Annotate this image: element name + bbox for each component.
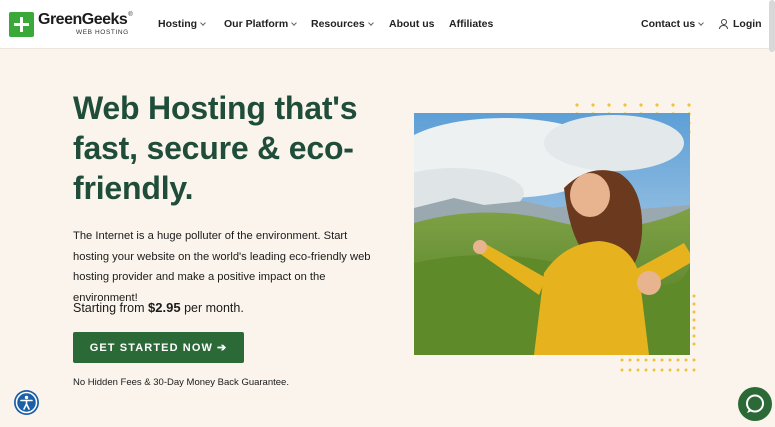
logo-name: GreenGeeks	[38, 11, 128, 28]
nav-contact-us[interactable]: Contact us	[641, 18, 705, 30]
accessibility-button[interactable]	[14, 390, 39, 415]
greengeeks-logo[interactable]: GreenGeeks ® WEB HOSTING	[9, 12, 133, 37]
price-suffix: per month.	[184, 301, 244, 315]
nav-about-us-label: About us	[389, 18, 435, 30]
chevron-down-icon	[367, 19, 374, 26]
get-started-label: GET STARTED NOW	[89, 341, 213, 354]
price-line: Starting from $2.95 per month.	[73, 300, 244, 315]
page-scrollbar[interactable]	[769, 0, 775, 52]
hero-photo	[414, 113, 690, 355]
nav-about-us[interactable]: About us	[389, 18, 435, 30]
nav-resources-label: Resources	[311, 18, 365, 30]
login-label: Login	[733, 18, 762, 30]
nav-our-platform[interactable]: Our Platform	[224, 18, 298, 30]
guarantee-text: No Hidden Fees & 30-Day Money Back Guara…	[73, 377, 289, 388]
nav-hosting[interactable]: Hosting	[158, 18, 206, 30]
get-started-button[interactable]: GET STARTED NOW ➔	[73, 332, 244, 363]
chat-button[interactable]	[738, 387, 772, 421]
price-value: $2.95	[148, 300, 181, 315]
login-link[interactable]: Login	[718, 18, 762, 30]
nav-contact-us-label: Contact us	[641, 18, 696, 30]
nav-resources[interactable]: Resources	[311, 18, 374, 30]
chat-icon	[746, 394, 764, 413]
price-prefix: Starting from	[73, 301, 145, 315]
hero-headline: Web Hosting that's fast, secure & eco-fr…	[73, 90, 358, 206]
plus-logo-icon	[9, 12, 34, 37]
accessibility-icon	[15, 391, 38, 414]
hero-description: The Internet is a huge polluter of the e…	[73, 230, 371, 304]
nav-hosting-label: Hosting	[158, 18, 198, 30]
chevron-down-icon	[200, 19, 206, 26]
nav-our-platform-label: Our Platform	[224, 18, 289, 30]
user-icon	[718, 19, 728, 29]
chevron-down-icon	[698, 19, 705, 26]
nav-affiliates[interactable]: Affiliates	[449, 18, 493, 30]
logo-registered: ®	[128, 12, 133, 18]
logo-tagline: WEB HOSTING	[76, 29, 129, 36]
arrow-right-icon: ➔	[216, 342, 228, 354]
nav-affiliates-label: Affiliates	[449, 18, 494, 30]
site-header: GreenGeeks ® WEB HOSTING Hosting Our Pla…	[0, 0, 775, 49]
chevron-down-icon	[291, 19, 298, 26]
